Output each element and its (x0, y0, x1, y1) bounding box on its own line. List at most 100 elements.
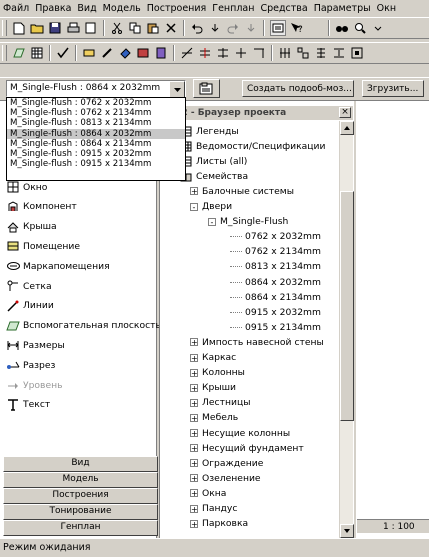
collapse-icon[interactable]: - (208, 217, 216, 226)
tree-item[interactable]: 0915 x 2032mm (230, 305, 321, 319)
expand-icon[interactable]: + (190, 383, 198, 392)
tree-item[interactable]: + Балочные системы (190, 184, 294, 198)
toolbar-grip[interactable] (2, 20, 7, 36)
help-icon[interactable]: ? (290, 21, 304, 35)
design-tool-1[interactable]: Компонент (6, 199, 77, 215)
menu-item[interactable]: Параметры (311, 3, 374, 14)
expand-icon[interactable]: + (190, 398, 198, 407)
check-icon[interactable] (56, 46, 70, 60)
properties-button[interactable] (193, 79, 220, 98)
tree-item[interactable]: + Колонны (190, 366, 245, 380)
create-similar-button[interactable]: Создать подооб-моз... (242, 80, 354, 97)
undo-dropdown-icon[interactable] (208, 21, 222, 35)
expand-icon[interactable]: + (190, 474, 198, 483)
expand-icon[interactable]: + (190, 429, 198, 438)
dropdown-option[interactable]: M_Single-flush : 0915 x 2134mm (7, 159, 185, 169)
tree-item[interactable]: Ведомости/Спецификации (180, 139, 325, 153)
browser-scrollbar[interactable] (339, 121, 354, 538)
menu-item[interactable]: Вид (74, 3, 99, 14)
binoculars-icon[interactable] (335, 21, 349, 35)
design-bar-tab[interactable]: Генплан (3, 520, 158, 536)
join-icon[interactable] (154, 46, 168, 60)
menu-item[interactable]: Файл (0, 3, 32, 14)
save-icon[interactable] (48, 21, 62, 35)
print-icon[interactable] (66, 21, 80, 35)
draw-plane-icon[interactable] (12, 46, 26, 60)
tree-item[interactable]: + Мебель (190, 411, 238, 425)
expand-icon[interactable]: + (190, 413, 198, 422)
tree-item[interactable]: + Лестницы (190, 396, 250, 410)
extend-icon[interactable] (252, 46, 266, 60)
load-family-button[interactable]: Згрузить... (362, 80, 424, 97)
tree-item[interactable]: 0762 x 2032mm (230, 230, 321, 244)
design-tool-6[interactable]: Линии (6, 298, 54, 314)
design-tool-0[interactable]: Окно (6, 179, 47, 195)
expand-icon[interactable]: + (190, 353, 198, 362)
offset-icon[interactable] (198, 46, 212, 60)
scroll-down-icon[interactable] (340, 524, 354, 538)
collapse-icon[interactable]: - (190, 202, 198, 211)
menu-item[interactable]: Правка (32, 3, 74, 14)
expand-icon[interactable]: + (190, 489, 198, 498)
tree-item[interactable]: - Двери (190, 200, 232, 214)
design-tool-2[interactable]: Крыша (6, 219, 57, 235)
menu-item[interactable]: Средства (257, 3, 310, 14)
dropdown-option[interactable]: M_Single-flush : 0762 x 2032mm (7, 98, 185, 108)
pin-icon[interactable] (314, 46, 328, 60)
unpin-icon[interactable] (332, 46, 346, 60)
design-bar-tab[interactable]: Построения (3, 488, 158, 504)
tree-item[interactable]: 0813 x 2134mm (230, 260, 321, 274)
tree-item[interactable]: + Крыши (190, 381, 236, 395)
toolbar-grip[interactable] (2, 45, 7, 61)
design-tool-7[interactable]: Вспомогательная плоскость (6, 318, 161, 334)
select-icon[interactable] (270, 20, 286, 36)
trim-icon[interactable] (234, 46, 248, 60)
tree-item[interactable]: Листы (all) (180, 154, 247, 168)
tree-item[interactable]: + Импость навесной стены (190, 335, 324, 349)
tree-item[interactable]: 0864 x 2032mm (230, 275, 321, 289)
print-preview-icon[interactable] (84, 21, 98, 35)
expand-icon[interactable]: + (190, 338, 198, 347)
cut-icon[interactable] (110, 21, 124, 35)
expand-icon[interactable]: + (190, 519, 198, 528)
design-tool-4[interactable]: Маркапомещения (6, 258, 110, 274)
design-tool-8[interactable]: Размеры (6, 337, 65, 353)
redo-dropdown-icon[interactable] (244, 21, 258, 35)
menu-item[interactable]: Построения (144, 3, 210, 14)
design-tool-11[interactable]: Текст (6, 397, 50, 413)
expand-icon[interactable]: + (190, 187, 198, 196)
view-scale[interactable]: 1 : 100 (357, 519, 429, 533)
tree-item[interactable]: + Пандус (190, 502, 237, 516)
scroll-up-icon[interactable] (340, 121, 354, 135)
zoom-dropdown-icon[interactable] (371, 21, 385, 35)
menu-item[interactable]: Окн (374, 3, 399, 14)
new-file-icon[interactable] (12, 21, 26, 35)
design-bar-tab[interactable]: Вид (3, 456, 158, 472)
open-folder-icon[interactable] (30, 21, 44, 35)
undo-icon[interactable] (190, 21, 204, 35)
delete-icon[interactable] (164, 21, 178, 35)
menu-item[interactable]: Модель (100, 3, 144, 14)
tree-item[interactable]: Семейства (180, 169, 248, 183)
group-icon[interactable] (350, 46, 364, 60)
design-tool-5[interactable]: Сетка (6, 278, 52, 294)
split-icon[interactable] (136, 46, 150, 60)
paste-icon[interactable] (146, 21, 160, 35)
copy-icon[interactable] (128, 21, 142, 35)
design-bar-tab[interactable]: Модель (3, 472, 158, 488)
dropdown-option[interactable]: M_Single-flush : 0864 x 2032mm (7, 128, 185, 139)
scale-icon[interactable] (296, 46, 310, 60)
dropdown-option[interactable]: M_Single-flush : 0864 x 2134mm (7, 139, 185, 149)
design-bar-tab[interactable]: Тонирование (3, 504, 158, 520)
drawing-view[interactable] (356, 101, 429, 538)
menu-item[interactable]: Генплан (209, 3, 257, 14)
array-icon[interactable] (278, 46, 292, 60)
zoom-icon[interactable] (353, 21, 367, 35)
type-selector[interactable]: M_Single-Flush : 0864 x 2032mm (6, 80, 186, 98)
tree-item[interactable]: - M_Single-Flush (208, 215, 288, 229)
tree-item[interactable]: 0762 x 2134mm (230, 245, 321, 259)
pick-icon[interactable] (100, 46, 114, 60)
tree-item[interactable]: + Каркас (190, 351, 236, 365)
align-icon[interactable] (180, 46, 194, 60)
design-tool-3[interactable]: Помещение (6, 238, 80, 254)
